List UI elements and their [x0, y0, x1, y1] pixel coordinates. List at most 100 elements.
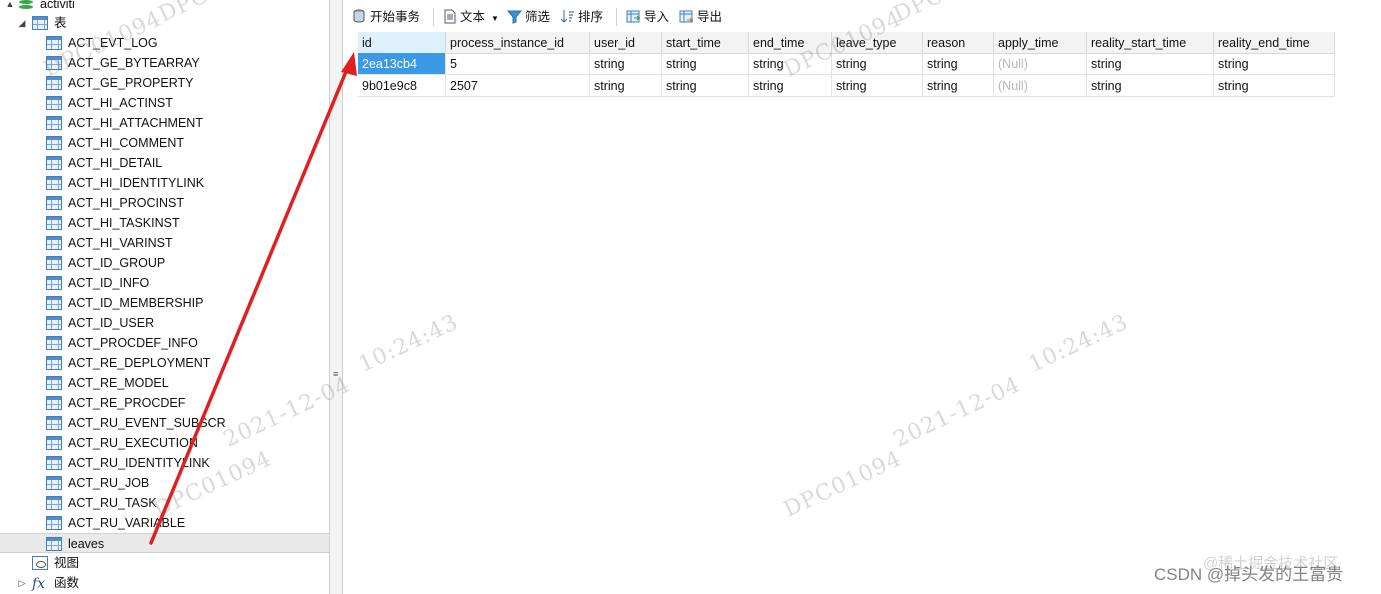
table-cell[interactable]: string — [923, 75, 994, 97]
tree-item-table[interactable]: ACT_ID_GROUP — [0, 253, 329, 273]
tree-item-table[interactable]: ACT_RE_PROCDEF — [0, 393, 329, 413]
table-name: ACT_RE_PROCDEF — [68, 396, 186, 410]
tree-item-table[interactable]: ACT_RU_VARIABLE — [0, 513, 329, 533]
tree-item-table[interactable]: ACT_HI_ACTINST — [0, 93, 329, 113]
tree-item-table[interactable]: ACT_GE_BYTEARRAY — [0, 53, 329, 73]
tree-item-table[interactable]: ACT_HI_VARINST — [0, 233, 329, 253]
table-name: ACT_HI_VARINST — [68, 236, 173, 250]
splitter-grip-icon[interactable]: ≡ — [333, 369, 338, 379]
tree-item-table[interactable]: ACT_RU_EXECUTION — [0, 433, 329, 453]
tree-item-table[interactable]: ACT_ID_MEMBERSHIP — [0, 293, 329, 313]
tree-node-tables[interactable]: ◢ 表 — [0, 13, 329, 33]
table-name: ACT_EVT_LOG — [68, 36, 158, 50]
tree-node-views[interactable]: 视图 — [0, 553, 329, 573]
export-button[interactable]: 导出 — [679, 8, 722, 26]
document-icon — [444, 9, 456, 24]
export-label: 导出 — [697, 10, 723, 24]
tree-item-table[interactable]: ACT_HI_COMMENT — [0, 133, 329, 153]
table-cell[interactable]: string — [590, 75, 662, 97]
column-header[interactable]: reason — [923, 32, 994, 54]
text-view-button[interactable]: 文本 ▼ — [442, 8, 499, 26]
begin-transaction-button[interactable]: 开始事务 — [352, 8, 420, 26]
table-name: ACT_ID_GROUP — [68, 256, 166, 270]
table-cell[interactable]: 5 — [446, 53, 590, 75]
table-row: 9b01e9c8 2507 string string string string stri… — [344, 75, 1335, 97]
tree-item-table[interactable]: ACT_PROCDEF_INFO — [0, 333, 329, 353]
table-icon — [46, 256, 62, 270]
table-icon — [46, 316, 62, 330]
column-header[interactable]: reality_start_time — [1087, 32, 1214, 54]
table-icon — [46, 376, 62, 390]
table-icon — [46, 176, 62, 190]
collapse-arrow-icon[interactable]: ◢ — [17, 13, 27, 33]
table-cell[interactable]: string — [749, 75, 832, 97]
table-icon — [46, 416, 62, 430]
expand-arrow-icon[interactable]: ▷ — [17, 573, 27, 593]
table-cell[interactable]: 2ea13cb4 — [358, 53, 446, 75]
table-name: ACT_RU_JOB — [68, 476, 150, 490]
tree-item-table[interactable]: ACT_HI_IDENTITYLINK — [0, 173, 329, 193]
tree-item-table[interactable]: ACT_HI_TASKINST — [0, 213, 329, 233]
filter-button[interactable]: 筛选 — [507, 8, 550, 26]
column-header[interactable]: apply_time — [994, 32, 1087, 54]
column-header[interactable]: user_id — [590, 32, 662, 54]
table-cell[interactable]: string — [1214, 53, 1335, 75]
table-cell[interactable]: string — [1087, 75, 1214, 97]
table-icon — [46, 196, 62, 210]
column-header[interactable]: leave_type — [832, 32, 923, 54]
tree-item-table[interactable]: ACT_GE_PROPERTY — [0, 73, 329, 93]
table-cell[interactable]: 9b01e9c8 — [358, 75, 446, 97]
dropdown-arrow-icon[interactable]: ▼ — [491, 14, 499, 23]
tree-node-database[interactable]: ▲ activiti — [0, 0, 329, 14]
panel-splitter[interactable]: ≡ — [329, 0, 343, 594]
toolbar-separator — [616, 8, 617, 26]
tree-item-table[interactable]: ACT_RU_TASK — [0, 493, 329, 513]
tree-item-table[interactable]: ACT_ID_INFO — [0, 273, 329, 293]
csdn-watermark: CSDN @掉头发的王富贵 — [1154, 565, 1344, 584]
tree-item-table[interactable]: ACT_HI_PROCINST — [0, 193, 329, 213]
database-icon — [19, 0, 33, 9]
current-row-indicator-icon: ▶ — [348, 59, 355, 68]
table-cell[interactable]: (Null) — [994, 75, 1087, 97]
table-cell[interactable]: string — [662, 53, 749, 75]
table-cell[interactable]: string — [590, 53, 662, 75]
table-cell[interactable]: string — [662, 75, 749, 97]
sort-button[interactable]: 排序 — [560, 8, 603, 26]
tree-item-table[interactable]: ACT_ID_USER — [0, 313, 329, 333]
tree-item-table[interactable]: leaves — [0, 533, 329, 553]
navigation-tree: ▲ activiti ◢ 表 ACT_EVT_LOG ACT_GE_BYTEARR… — [0, 0, 329, 594]
tree-item-table[interactable]: ACT_RE_MODEL — [0, 373, 329, 393]
table-cell[interactable]: (Null) — [994, 53, 1087, 75]
column-header[interactable]: process_instance_id — [446, 32, 590, 54]
import-button[interactable]: 导入 — [626, 8, 669, 26]
column-header[interactable]: reality_end_time — [1214, 32, 1335, 54]
table-cell[interactable]: string — [749, 53, 832, 75]
tree-item-table[interactable]: ACT_RU_IDENTITYLINK — [0, 453, 329, 473]
collapse-arrow-icon[interactable]: ▲ — [5, 0, 15, 14]
column-header[interactable]: id — [358, 32, 446, 54]
table-icon — [46, 56, 62, 70]
import-icon — [626, 10, 640, 23]
table-cell[interactable]: string — [832, 75, 923, 97]
table-icon — [46, 276, 62, 290]
table-cell[interactable]: string — [1087, 53, 1214, 75]
column-header[interactable]: end_time — [749, 32, 832, 54]
tree-item-table[interactable]: ACT_RE_DEPLOYMENT — [0, 353, 329, 373]
table-icon — [46, 76, 62, 90]
table-icon — [46, 516, 62, 530]
table-cell[interactable]: string — [832, 53, 923, 75]
column-header[interactable]: start_time — [662, 32, 749, 54]
table-icon — [46, 456, 62, 470]
tree-item-table[interactable]: ACT_RU_JOB — [0, 473, 329, 493]
table-cell[interactable]: string — [1214, 75, 1335, 97]
tree-item-table[interactable]: ACT_HI_DETAIL — [0, 153, 329, 173]
tree-item-table[interactable]: ACT_RU_EVENT_SUBSCR — [0, 413, 329, 433]
tree-node-functions[interactable]: ▷ fx 函数 — [0, 573, 329, 593]
table-cell[interactable]: 2507 — [446, 75, 590, 97]
table-cell[interactable]: string — [923, 53, 994, 75]
table-icon — [46, 356, 62, 370]
table-name: ACT_HI_COMMENT — [68, 136, 184, 150]
tree-item-table[interactable]: ACT_HI_ATTACHMENT — [0, 113, 329, 133]
table-name: ACT_RE_MODEL — [68, 376, 169, 390]
tree-item-table[interactable]: ACT_EVT_LOG — [0, 33, 329, 53]
